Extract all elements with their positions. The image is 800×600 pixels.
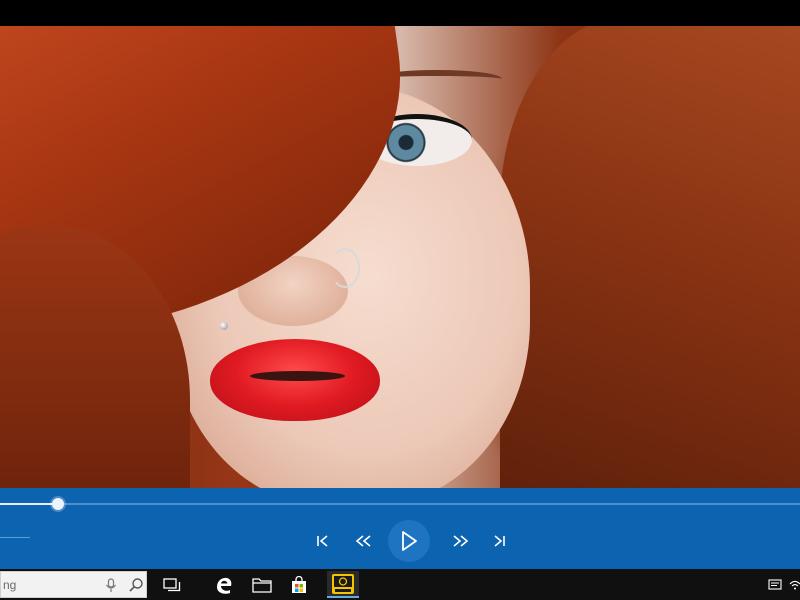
video-lips: [210, 339, 380, 421]
rewind-button[interactable]: [349, 524, 377, 558]
store-button[interactable]: [284, 571, 314, 598]
taskbar-search-text: ng: [3, 578, 17, 592]
video-hair-right: [500, 26, 800, 488]
edge-browser-button[interactable]: [209, 571, 239, 598]
file-explorer-icon: [252, 577, 272, 593]
taskbar: ng: [0, 569, 800, 600]
edge-browser-icon: [217, 577, 232, 594]
task-view-icon: [163, 577, 181, 591]
play-icon: [402, 531, 417, 551]
video-nose-ring: [330, 248, 360, 288]
action-center-button[interactable]: [764, 571, 786, 598]
seek-bar-thumb[interactable]: [52, 498, 65, 510]
skip-next-icon: [494, 535, 505, 547]
skip-next-button[interactable]: [486, 524, 512, 558]
play-button[interactable]: [388, 520, 430, 562]
media-player-app-button[interactable]: [327, 571, 359, 598]
taskbar-search-box[interactable]: ng: [0, 571, 147, 598]
search-icon[interactable]: [128, 577, 144, 593]
store-icon: [292, 575, 306, 593]
skip-previous-icon: [317, 535, 328, 547]
wifi-icon: [789, 580, 800, 589]
fast-forward-button[interactable]: [447, 524, 475, 558]
file-explorer-button[interactable]: [247, 571, 277, 598]
rewind-icon: [355, 535, 371, 547]
screen: ng: [0, 0, 800, 600]
video-lip-stud: [220, 322, 228, 330]
seek-bar-fill: [0, 503, 59, 505]
seek-bar[interactable]: [0, 498, 800, 510]
player-controls: [0, 488, 800, 569]
volume-bar[interactable]: [0, 537, 30, 538]
network-button[interactable]: [788, 571, 800, 598]
message-icon: [768, 579, 782, 590]
task-view-button[interactable]: [157, 571, 187, 598]
media-player-app-icon: [332, 573, 354, 594]
fast-forward-icon: [453, 535, 469, 547]
skip-previous-button[interactable]: [310, 524, 336, 558]
microphone-icon[interactable]: [105, 578, 117, 593]
video-frame[interactable]: [0, 26, 800, 488]
